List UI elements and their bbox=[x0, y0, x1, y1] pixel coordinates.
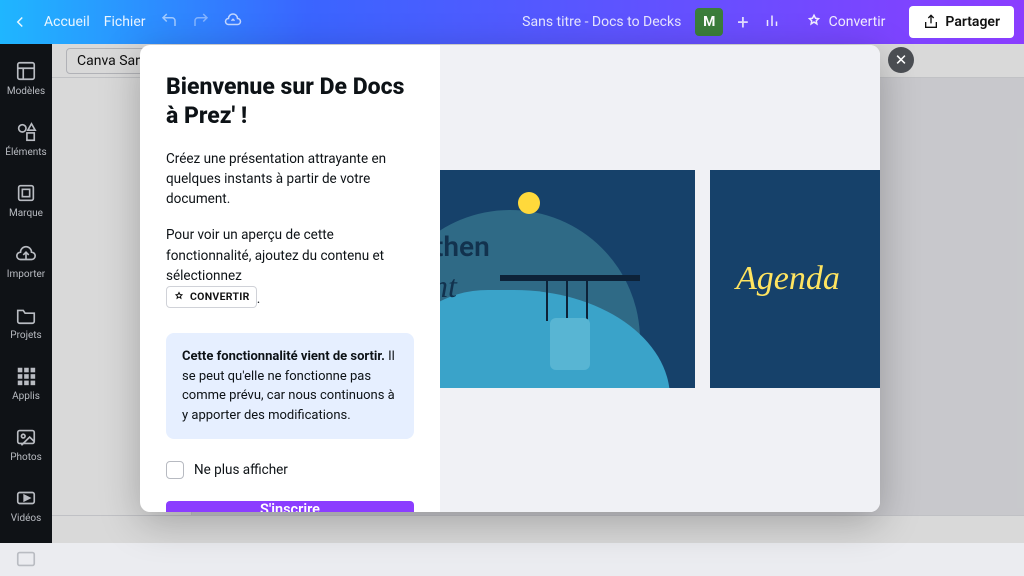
upload-icon bbox=[15, 243, 37, 265]
preview-slide-1: then nt bbox=[440, 170, 695, 388]
photos-icon bbox=[15, 426, 37, 448]
undo-icon[interactable] bbox=[160, 11, 178, 33]
cloud-sync-icon[interactable] bbox=[224, 11, 242, 33]
sidebar-item-label: Éléments bbox=[5, 147, 46, 158]
sidebar-item-photos[interactable]: Photos bbox=[0, 420, 52, 469]
sidebar-item-more[interactable] bbox=[0, 542, 52, 576]
welcome-modal: Bienvenue sur De Docs à Prez' ! Créez un… bbox=[140, 45, 880, 512]
templates-icon bbox=[15, 60, 37, 82]
preview-slide-2: Agenda bbox=[710, 170, 880, 388]
close-icon: ✕ bbox=[895, 51, 908, 69]
sidebar-item-label: Marque bbox=[9, 208, 43, 219]
modal-content: Bienvenue sur De Docs à Prez' ! Créez un… bbox=[140, 45, 440, 512]
sidebar-item-label: Projets bbox=[10, 330, 41, 341]
modal-preview: then nt Agenda bbox=[440, 45, 880, 512]
left-sidebar: Modèles Éléments Marque Importer Projets… bbox=[0, 44, 52, 543]
modal-paragraph-2-text: Pour voir un aperçu de cette fonctionnal… bbox=[166, 227, 384, 284]
sidebar-item-importer[interactable]: Importer bbox=[0, 237, 52, 286]
home-link[interactable]: Accueil bbox=[44, 14, 90, 30]
sidebar-item-label: Importer bbox=[7, 269, 45, 280]
add-member-button[interactable]: + bbox=[737, 10, 748, 34]
elements-icon bbox=[15, 121, 37, 143]
convert-button[interactable]: Convertir bbox=[795, 7, 896, 37]
convert-pill: CONVERTIR bbox=[166, 286, 257, 308]
preview-slide-2-title: Agenda bbox=[736, 260, 840, 298]
file-menu[interactable]: Fichier bbox=[104, 14, 146, 30]
modal-paragraph-1: Créez une présentation attrayante en que… bbox=[166, 149, 414, 210]
more-icon bbox=[15, 548, 37, 570]
sidebar-item-projets[interactable]: Projets bbox=[0, 298, 52, 347]
sidebar-item-videos[interactable]: Vidéos bbox=[0, 481, 52, 530]
close-button[interactable]: ✕ bbox=[888, 47, 914, 73]
sidebar-item-label: Modèles bbox=[7, 86, 45, 97]
dont-show-again-checkbox[interactable] bbox=[166, 461, 184, 479]
modal-title: Bienvenue sur De Docs à Prez' ! bbox=[166, 73, 414, 131]
sparkle-icon bbox=[173, 291, 185, 303]
modal-paragraph-2-tail: . bbox=[257, 291, 261, 307]
avatar[interactable]: M bbox=[695, 8, 723, 36]
sidebar-item-label: Vidéos bbox=[11, 513, 42, 524]
preview-slide-1-text-b: nt bbox=[440, 268, 457, 305]
convert-pill-label: CONVERTIR bbox=[190, 289, 250, 305]
sidebar-item-modeles[interactable]: Modèles bbox=[0, 54, 52, 103]
signup-button[interactable]: S'inscrire bbox=[166, 501, 414, 512]
sidebar-item-label: Photos bbox=[10, 452, 42, 463]
redo-icon[interactable] bbox=[192, 11, 210, 33]
convert-button-label: Convertir bbox=[829, 14, 886, 30]
videos-icon bbox=[15, 487, 37, 509]
modal-paragraph-2: Pour voir un aperçu de cette fonctionnal… bbox=[166, 225, 414, 309]
callout-strong: Cette fonctionnalité vient de sortir. bbox=[182, 349, 385, 364]
top-bar: Accueil Fichier Sans titre - Docs to Dec… bbox=[0, 0, 1024, 44]
dont-show-again-label: Ne plus afficher bbox=[194, 462, 288, 478]
back-icon[interactable] bbox=[10, 13, 30, 31]
folder-icon bbox=[15, 304, 37, 326]
share-button[interactable]: Partager bbox=[909, 6, 1014, 38]
preview-slide-1-text-a: then bbox=[440, 230, 490, 263]
beta-callout: Cette fonctionnalité vient de sortir. Il… bbox=[166, 333, 414, 439]
sidebar-item-applis[interactable]: Applis bbox=[0, 359, 52, 408]
sidebar-item-marque[interactable]: Marque bbox=[0, 176, 52, 225]
document-title[interactable]: Sans titre - Docs to Decks bbox=[522, 14, 681, 30]
analytics-icon[interactable] bbox=[763, 11, 781, 33]
brand-icon bbox=[15, 182, 37, 204]
dont-show-again-row[interactable]: Ne plus afficher bbox=[166, 461, 414, 479]
apps-icon bbox=[15, 365, 37, 387]
sidebar-item-elements[interactable]: Éléments bbox=[0, 115, 52, 164]
sidebar-item-label: Applis bbox=[12, 391, 40, 402]
share-button-label: Partager bbox=[945, 14, 1000, 30]
